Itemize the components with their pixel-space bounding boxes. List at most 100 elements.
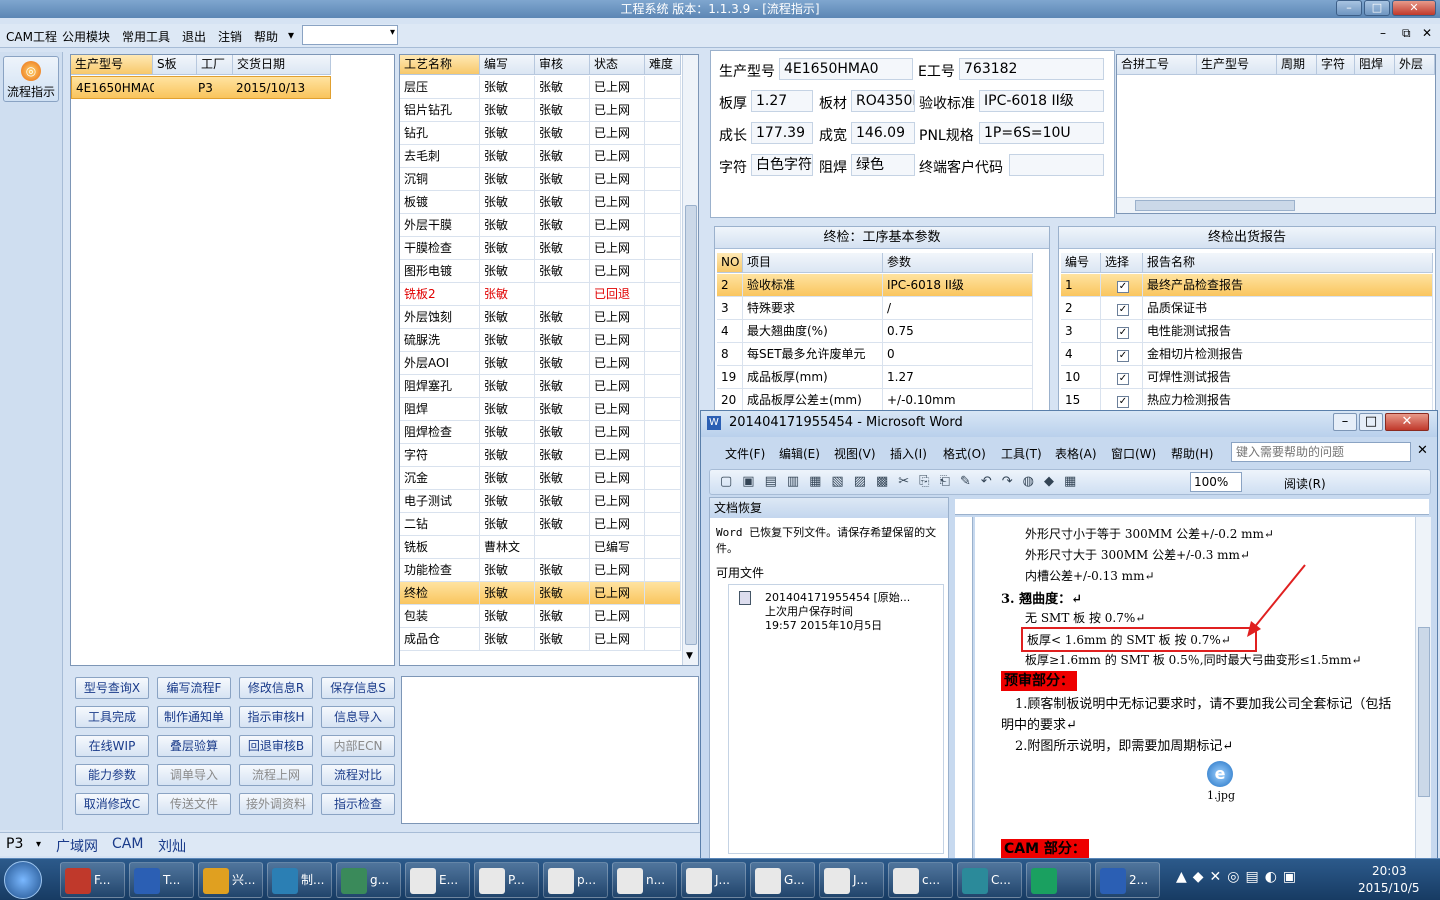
clock-date[interactable]: 2015/10/5 [1358, 881, 1420, 895]
table-row[interactable]: 铝片钻孔 张敏 张敏 已上网 [400, 99, 681, 122]
recovered-file-item[interactable]: 20140417195545​4 [原始... 上次用户保存时间 19:57 2… [728, 584, 944, 854]
taskbar-button[interactable]: G... [750, 862, 815, 898]
clock-time[interactable]: 20:03 [1372, 864, 1407, 878]
thickness-field[interactable]: 1.27 [751, 90, 813, 112]
minimize-icon[interactable]: – [1336, 0, 1362, 16]
word-menu-format[interactable]: 格式(O) [943, 445, 986, 462]
word-menu-tools[interactable]: 工具(T) [1001, 445, 1042, 462]
table-row[interactable]: 4 最大翘曲度(%) 0.75 [717, 320, 1033, 343]
checkbox[interactable]: ✓ [1117, 327, 1129, 339]
taskbar-button[interactable]: p... [543, 862, 608, 898]
chevron-down-icon[interactable]: ▾ [390, 27, 395, 38]
word-close-icon[interactable]: ✕ [1385, 413, 1429, 431]
e-no-field[interactable]: 763182 [959, 58, 1104, 80]
mdi-minimize-icon[interactable]: – [1380, 26, 1386, 40]
action-button[interactable]: 叠层验算 [157, 735, 231, 757]
menu-logout[interactable]: 注销 [218, 28, 242, 45]
menu-exit[interactable]: 退出 [182, 28, 206, 45]
table-row[interactable]: 铣板2 张敏 已回退 [400, 283, 681, 306]
col-header[interactable]: NO [717, 253, 743, 273]
word-menu-insert[interactable]: 插入(I) [890, 445, 927, 462]
taskbar-button[interactable]: F... [60, 862, 125, 898]
table-row[interactable]: 1 ✓ 最终产品检查报告 [1061, 274, 1433, 297]
col-header[interactable]: 状态 [590, 55, 645, 75]
col-header[interactable]: 选择 [1101, 253, 1143, 273]
toolbar-icons[interactable]: ▢▣▤▥▦▧▨▩✂⎘⎗✎↶↷◍◆▦ [720, 474, 1086, 489]
col-header[interactable]: 报告名称 [1143, 253, 1433, 273]
table-row[interactable]: 电子测试 张敏 张敏 已上网 [400, 490, 681, 513]
taskbar-button[interactable]: E... [405, 862, 470, 898]
menu-cam[interactable]: CAM工程 [6, 28, 57, 45]
vertical-ruler[interactable] [955, 517, 973, 859]
status-plant[interactable]: P3 [6, 836, 23, 852]
col-header[interactable]: 阻焊 [1355, 55, 1395, 75]
table-row[interactable]: 硫脲洗 张敏 张敏 已上网 [400, 329, 681, 352]
pnl-field[interactable]: 1P=6S=10U [979, 122, 1104, 144]
table-row[interactable]: 2 ✓ 品质保证书 [1061, 297, 1433, 320]
table-row[interactable]: 15 ✓ 热应力检测报告 [1061, 389, 1433, 412]
start-button-icon[interactable] [4, 861, 42, 899]
table-row[interactable]: 包装 张敏 张敏 已上网 [400, 605, 681, 628]
standard-field[interactable]: IPC-6018 II级 [979, 90, 1104, 112]
material-field[interactable]: RO4350B [851, 90, 915, 112]
table-row[interactable]: 终检 张敏 张敏 已上网 [400, 582, 681, 605]
table-row[interactable]: 4E1650HMA0 P3 2015/10/13 [71, 76, 331, 99]
chevron-down-icon[interactable]: ▼ [686, 651, 693, 661]
col-header[interactable]: 生产型号 [71, 55, 153, 75]
col-header[interactable]: 周期 [1277, 55, 1317, 75]
taskbar-button[interactable]: c... [888, 862, 953, 898]
table-row[interactable]: 二钻 张敏 张敏 已上网 [400, 513, 681, 536]
col-header[interactable]: 项目 [743, 253, 883, 273]
action-button[interactable]: 型号查询X [75, 677, 149, 699]
table-row[interactable]: 干膜检查 张敏 张敏 已上网 [400, 237, 681, 260]
read-button[interactable]: 阅读(R) [1284, 475, 1326, 492]
col-header[interactable]: 工艺名称 [400, 55, 480, 75]
table-row[interactable]: 外层蚀刻 张敏 张敏 已上网 [400, 306, 681, 329]
taskbar-button[interactable] [1026, 862, 1091, 898]
taskbar-button[interactable]: P... [474, 862, 539, 898]
width-field[interactable]: 146.09 [851, 122, 915, 144]
table-row[interactable]: 阻焊 张敏 张敏 已上网 [400, 398, 681, 421]
action-button[interactable]: 指示检查 [321, 793, 395, 815]
checkbox[interactable]: ✓ [1117, 304, 1129, 316]
doc-vertical-scrollbar[interactable] [1415, 517, 1431, 859]
action-button[interactable]: 内部ECN [321, 735, 395, 757]
col-header[interactable]: S板 [153, 55, 197, 75]
col-header[interactable]: 工厂 [197, 55, 233, 75]
table-row[interactable]: 19 成品板厚(mm) 1.27 [717, 366, 1033, 389]
word-menu-file[interactable]: 文件(F) [725, 445, 765, 462]
table-row[interactable]: 20 成品板厚公差±(mm) +/-0.10mm [717, 389, 1033, 412]
word-menu-window[interactable]: 窗口(W) [1111, 445, 1156, 462]
table-row[interactable]: 沉铜 张敏 张敏 已上网 [400, 168, 681, 191]
col-header[interactable]: 交货日期 [233, 55, 331, 75]
horizontal-scrollbar[interactable] [1117, 197, 1435, 213]
action-button[interactable]: 工具完成 [75, 706, 149, 728]
table-row[interactable]: 层压 张敏 张敏 已上网 [400, 76, 681, 99]
action-button[interactable]: 修改信息R [239, 677, 313, 699]
chevron-down-icon[interactable]: ▾ [288, 28, 294, 42]
action-button[interactable]: 回退审核B [239, 735, 313, 757]
table-row[interactable]: 字符 张敏 张敏 已上网 [400, 444, 681, 467]
table-row[interactable]: 功能检查 张敏 张敏 已上网 [400, 559, 681, 582]
word-menu-edit[interactable]: 编辑(E) [779, 445, 820, 462]
action-button[interactable]: 流程上网 [239, 764, 313, 786]
table-row[interactable]: 外层干膜 张敏 张敏 已上网 [400, 214, 681, 237]
table-row[interactable]: 阻焊检查 张敏 张敏 已上网 [400, 421, 681, 444]
action-button[interactable]: 信息导入 [321, 706, 395, 728]
mdi-close-icon[interactable]: ✕ [1422, 26, 1432, 40]
customer-field[interactable] [1009, 154, 1104, 176]
table-row[interactable]: 板镀 张敏 张敏 已上网 [400, 191, 681, 214]
col-header[interactable]: 难度 [645, 55, 681, 75]
taskbar-button[interactable]: 2... [1095, 862, 1160, 898]
taskbar-button[interactable]: J... [681, 862, 746, 898]
close-icon[interactable]: ✕ [1392, 0, 1436, 16]
maximize-icon[interactable]: □ [1364, 0, 1390, 16]
horizontal-ruler[interactable] [955, 499, 1429, 515]
menu-combo[interactable]: ▾ [302, 25, 398, 45]
action-button[interactable]: 能力参数 [75, 764, 149, 786]
document-page[interactable]: 外形尺寸小于等于 300MM 公差+/-0.2 mm↵ 外形尺寸大于 300MM… [975, 517, 1415, 859]
scroll-thumb[interactable] [1135, 200, 1295, 211]
menu-public-module[interactable]: 公用模块 [62, 28, 110, 45]
table-row[interactable]: 去毛刺 张敏 张敏 已上网 [400, 145, 681, 168]
table-row[interactable]: 外层AOI 张敏 张敏 已上网 [400, 352, 681, 375]
